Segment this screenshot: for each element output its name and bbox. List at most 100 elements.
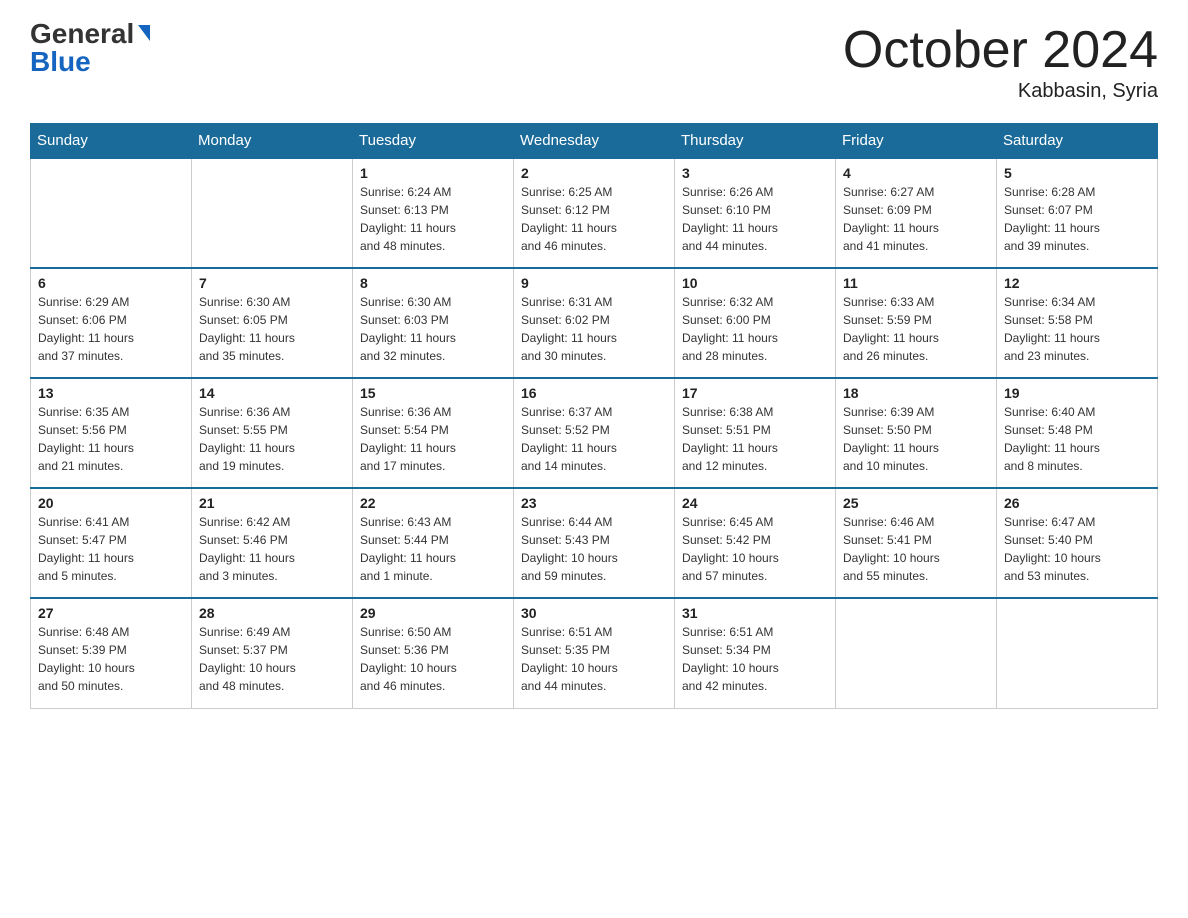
calendar-cell: 26 Sunrise: 6:47 AM Sunset: 5:40 PM Dayli…	[997, 488, 1158, 598]
calendar-cell: 7 Sunrise: 6:30 AM Sunset: 6:05 PM Daylig…	[192, 268, 353, 378]
calendar-cell: 13 Sunrise: 6:35 AM Sunset: 5:56 PM Dayli…	[31, 378, 192, 488]
header-monday: Monday	[192, 124, 353, 159]
logo: General Blue	[30, 20, 150, 76]
day-info: Sunrise: 6:50 AM Sunset: 5:36 PM Dayligh…	[360, 623, 506, 695]
calendar-cell: 27 Sunrise: 6:48 AM Sunset: 5:39 PM Dayli…	[31, 598, 192, 708]
week-row-2: 13 Sunrise: 6:35 AM Sunset: 5:56 PM Dayli…	[31, 378, 1158, 488]
day-number: 17	[682, 385, 828, 401]
calendar-cell: 19 Sunrise: 6:40 AM Sunset: 5:48 PM Dayli…	[997, 378, 1158, 488]
header-thursday: Thursday	[675, 124, 836, 159]
calendar-cell: 28 Sunrise: 6:49 AM Sunset: 5:37 PM Dayli…	[192, 598, 353, 708]
calendar-cell: 20Sunrise: 6:41 AM Sunset: 5:47 PM Dayli…	[31, 488, 192, 598]
calendar-cell: 14 Sunrise: 6:36 AM Sunset: 5:55 PM Dayli…	[192, 378, 353, 488]
calendar-cell: 23Sunrise: 6:44 AM Sunset: 5:43 PM Dayli…	[514, 488, 675, 598]
logo-general-text: General	[30, 20, 134, 48]
day-number: 3	[682, 165, 828, 181]
day-number: 19	[1004, 385, 1150, 401]
day-number: 13	[38, 385, 184, 401]
day-info: Sunrise: 6:37 AM Sunset: 5:52 PM Dayligh…	[521, 403, 667, 475]
day-number: 11	[843, 275, 989, 291]
day-number: 8	[360, 275, 506, 291]
calendar-cell: 21 Sunrise: 6:42 AM Sunset: 5:46 PM Dayli…	[192, 488, 353, 598]
day-number: 31	[682, 605, 828, 621]
day-info: Sunrise: 6:48 AM Sunset: 5:39 PM Dayligh…	[38, 623, 184, 695]
calendar-cell: 30 Sunrise: 6:51 AM Sunset: 5:35 PM Dayli…	[514, 598, 675, 708]
day-info: Sunrise: 6:27 AM Sunset: 6:09 PM Dayligh…	[843, 183, 989, 255]
calendar-cell	[997, 598, 1158, 708]
calendar-cell: 16 Sunrise: 6:37 AM Sunset: 5:52 PM Dayli…	[514, 378, 675, 488]
logo-blue-text: Blue	[30, 48, 91, 76]
day-info: Sunrise: 6:31 AM Sunset: 6:02 PM Dayligh…	[521, 293, 667, 365]
header-friday: Friday	[836, 124, 997, 159]
day-info: Sunrise: 6:45 AM Sunset: 5:42 PM Dayligh…	[682, 513, 828, 585]
day-info: Sunrise: 6:35 AM Sunset: 5:56 PM Dayligh…	[38, 403, 184, 475]
day-number: 6	[38, 275, 184, 291]
calendar-cell: 4 Sunrise: 6:27 AM Sunset: 6:09 PM Daylig…	[836, 158, 997, 268]
calendar-cell: 22Sunrise: 6:43 AM Sunset: 5:44 PM Dayli…	[353, 488, 514, 598]
calendar-cell: 17 Sunrise: 6:38 AM Sunset: 5:51 PM Dayli…	[675, 378, 836, 488]
day-info: Sunrise: 6:46 AM Sunset: 5:41 PM Dayligh…	[843, 513, 989, 585]
calendar-cell: 31 Sunrise: 6:51 AM Sunset: 5:34 PM Dayli…	[675, 598, 836, 708]
logo-triangle-icon	[138, 25, 150, 41]
calendar-cell	[836, 598, 997, 708]
day-info: Sunrise: 6:39 AM Sunset: 5:50 PM Dayligh…	[843, 403, 989, 475]
day-number: 7	[199, 275, 345, 291]
day-info: Sunrise: 6:47 AM Sunset: 5:40 PM Dayligh…	[1004, 513, 1150, 585]
day-info: Sunrise: 6:36 AM Sunset: 5:55 PM Dayligh…	[199, 403, 345, 475]
calendar-table: SundayMondayTuesdayWednesdayThursdayFrid…	[30, 123, 1158, 709]
day-number: 4	[843, 165, 989, 181]
week-row-1: 6 Sunrise: 6:29 AM Sunset: 6:06 PM Daylig…	[31, 268, 1158, 378]
day-info: Sunrise: 6:51 AM Sunset: 5:35 PM Dayligh…	[521, 623, 667, 695]
day-number: 14	[199, 385, 345, 401]
header-tuesday: Tuesday	[353, 124, 514, 159]
day-number: 27	[38, 605, 184, 621]
day-info: Sunrise: 6:33 AM Sunset: 5:59 PM Dayligh…	[843, 293, 989, 365]
calendar-cell: 6 Sunrise: 6:29 AM Sunset: 6:06 PM Daylig…	[31, 268, 192, 378]
day-info: Sunrise: 6:30 AM Sunset: 6:05 PM Dayligh…	[199, 293, 345, 365]
day-number: 23	[521, 495, 667, 511]
calendar-cell: 11 Sunrise: 6:33 AM Sunset: 5:59 PM Dayli…	[836, 268, 997, 378]
day-info: Sunrise: 6:42 AM Sunset: 5:46 PM Dayligh…	[199, 513, 345, 585]
day-info: Sunrise: 6:40 AM Sunset: 5:48 PM Dayligh…	[1004, 403, 1150, 475]
calendar-cell: 15Sunrise: 6:36 AM Sunset: 5:54 PM Dayli…	[353, 378, 514, 488]
day-number: 5	[1004, 165, 1150, 181]
day-info: Sunrise: 6:49 AM Sunset: 5:37 PM Dayligh…	[199, 623, 345, 695]
calendar-cell: 8Sunrise: 6:30 AM Sunset: 6:03 PM Daylig…	[353, 268, 514, 378]
header-saturday: Saturday	[997, 124, 1158, 159]
day-info: Sunrise: 6:36 AM Sunset: 5:54 PM Dayligh…	[360, 403, 506, 475]
calendar-cell: 2 Sunrise: 6:25 AM Sunset: 6:12 PM Daylig…	[514, 158, 675, 268]
header-wednesday: Wednesday	[514, 124, 675, 159]
day-info: Sunrise: 6:29 AM Sunset: 6:06 PM Dayligh…	[38, 293, 184, 365]
day-info: Sunrise: 6:25 AM Sunset: 6:12 PM Dayligh…	[521, 183, 667, 255]
calendar-cell: 24Sunrise: 6:45 AM Sunset: 5:42 PM Dayli…	[675, 488, 836, 598]
day-info: Sunrise: 6:24 AM Sunset: 6:13 PM Dayligh…	[360, 183, 506, 255]
day-number: 28	[199, 605, 345, 621]
calendar-cell: 5Sunrise: 6:28 AM Sunset: 6:07 PM Daylig…	[997, 158, 1158, 268]
day-number: 1	[360, 165, 506, 181]
day-info: Sunrise: 6:34 AM Sunset: 5:58 PM Dayligh…	[1004, 293, 1150, 365]
header-sunday: Sunday	[31, 124, 192, 159]
day-number: 26	[1004, 495, 1150, 511]
day-number: 2	[521, 165, 667, 181]
calendar-cell: 10Sunrise: 6:32 AM Sunset: 6:00 PM Dayli…	[675, 268, 836, 378]
calendar-cell: 9Sunrise: 6:31 AM Sunset: 6:02 PM Daylig…	[514, 268, 675, 378]
day-number: 16	[521, 385, 667, 401]
day-number: 21	[199, 495, 345, 511]
calendar-header-row: SundayMondayTuesdayWednesdayThursdayFrid…	[31, 124, 1158, 159]
day-number: 30	[521, 605, 667, 621]
calendar-title: October 2024	[843, 20, 1158, 80]
day-number: 29	[360, 605, 506, 621]
week-row-3: 20Sunrise: 6:41 AM Sunset: 5:47 PM Dayli…	[31, 488, 1158, 598]
day-number: 18	[843, 385, 989, 401]
week-row-0: 1 Sunrise: 6:24 AM Sunset: 6:13 PM Daylig…	[31, 158, 1158, 268]
day-info: Sunrise: 6:38 AM Sunset: 5:51 PM Dayligh…	[682, 403, 828, 475]
day-number: 10	[682, 275, 828, 291]
calendar-cell	[31, 158, 192, 268]
calendar-subtitle: Kabbasin, Syria	[843, 80, 1158, 103]
calendar-cell: 18 Sunrise: 6:39 AM Sunset: 5:50 PM Dayli…	[836, 378, 997, 488]
day-number: 25	[843, 495, 989, 511]
day-info: Sunrise: 6:51 AM Sunset: 5:34 PM Dayligh…	[682, 623, 828, 695]
day-info: Sunrise: 6:41 AM Sunset: 5:47 PM Dayligh…	[38, 513, 184, 585]
calendar-cell: 1 Sunrise: 6:24 AM Sunset: 6:13 PM Daylig…	[353, 158, 514, 268]
day-info: Sunrise: 6:43 AM Sunset: 5:44 PM Dayligh…	[360, 513, 506, 585]
